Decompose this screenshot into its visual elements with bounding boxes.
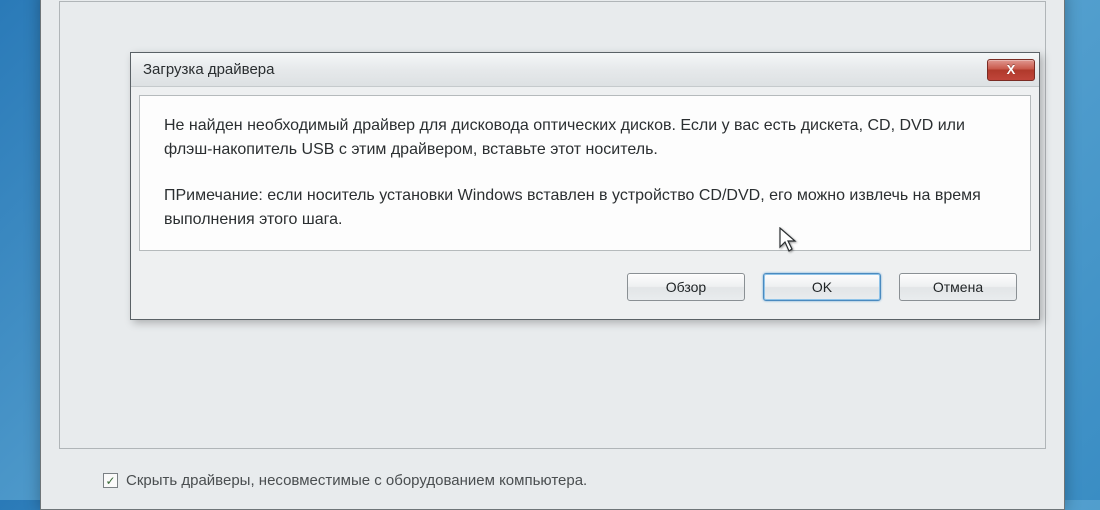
- dialog-message: Не найден необходимый драйвер для дисков…: [164, 114, 1006, 162]
- close-icon: X: [1007, 62, 1016, 77]
- hide-incompatible-drivers-row[interactable]: ✓ Скрыть драйверы, несовместимые с обору…: [103, 472, 587, 489]
- dialog-note: ПРимечание: если носитель установки Wind…: [164, 184, 1006, 232]
- hide-incompatible-checkbox[interactable]: ✓: [103, 473, 118, 488]
- close-button[interactable]: X: [987, 59, 1035, 81]
- cancel-button[interactable]: Отмена: [899, 273, 1017, 301]
- hide-incompatible-label: Скрыть драйверы, несовместимые с оборудо…: [126, 472, 587, 489]
- dialog-content: Не найден необходимый драйвер для дисков…: [139, 95, 1031, 251]
- browse-button[interactable]: Обзор: [627, 273, 745, 301]
- load-driver-dialog: Загрузка драйвера X Не найден необходимы…: [130, 52, 1040, 320]
- dialog-titlebar[interactable]: Загрузка драйвера X: [131, 53, 1039, 87]
- ok-button[interactable]: OK: [763, 273, 881, 301]
- dialog-title: Загрузка драйвера: [143, 61, 274, 78]
- dialog-button-row: Обзор OK Отмена: [131, 259, 1039, 319]
